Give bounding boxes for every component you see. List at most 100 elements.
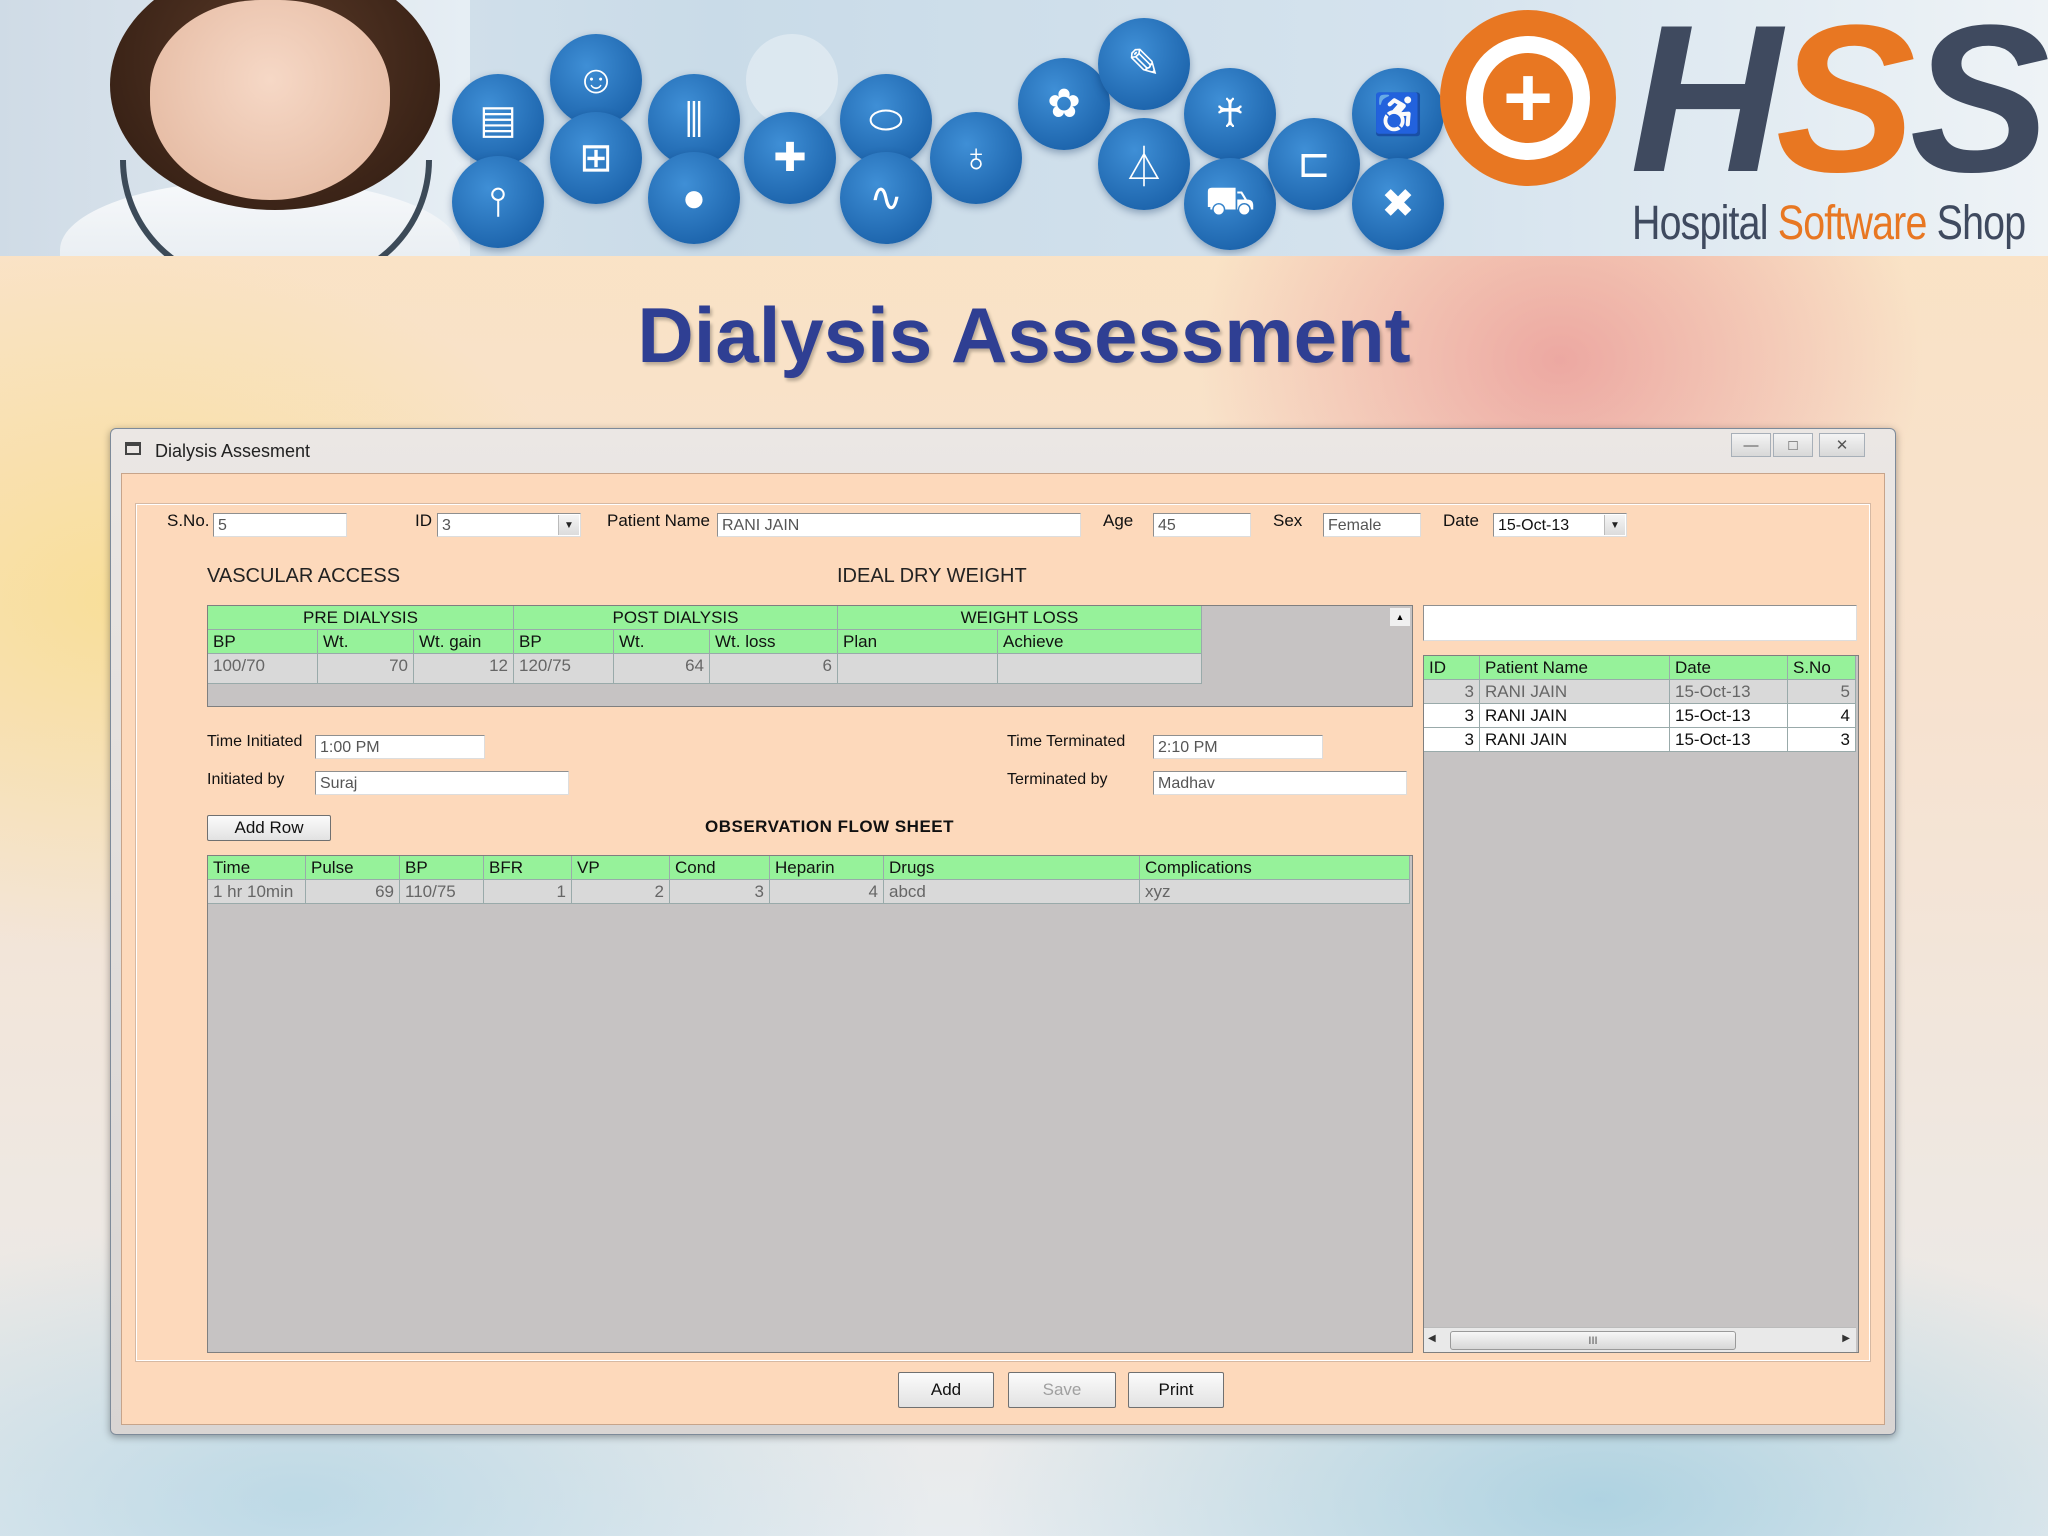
cell-complications[interactable]: xyz: [1140, 880, 1410, 904]
col-id[interactable]: ID: [1424, 656, 1480, 680]
hss-logo-icon: +: [1440, 10, 1616, 186]
cell-post-bp[interactable]: 120/75: [514, 654, 614, 684]
row-sno[interactable]: 5: [1788, 680, 1856, 704]
add-row-button[interactable]: Add Row: [207, 815, 331, 841]
close-button[interactable]: ✕: [1819, 433, 1865, 457]
add-button[interactable]: Add: [898, 1372, 994, 1408]
cell-vp[interactable]: 2: [572, 880, 670, 904]
col-pre-wt[interactable]: Wt.: [318, 630, 414, 654]
row-patient-name[interactable]: RANI JAIN: [1480, 704, 1670, 728]
horizontal-scrollbar[interactable]: ◀ III ▶: [1424, 1327, 1856, 1352]
col-post-wt[interactable]: Wt.: [614, 630, 710, 654]
id-value: 3: [442, 517, 451, 534]
maximize-button[interactable]: □: [1773, 433, 1813, 457]
ribbon-icon: ♰: [1184, 68, 1276, 160]
col-achieve[interactable]: Achieve: [998, 630, 1202, 654]
scrollbar-thumb[interactable]: III: [1450, 1331, 1736, 1350]
cell-bfr[interactable]: 1: [484, 880, 572, 904]
cell-plan[interactable]: [838, 654, 998, 684]
cell-cond[interactable]: 3: [670, 880, 770, 904]
time-initiated-field[interactable]: 1:00 PM: [315, 735, 485, 759]
ideal-dry-weight-label: IDEAL DRY WEIGHT: [837, 565, 1027, 587]
row-id[interactable]: 3: [1424, 728, 1480, 752]
row-id[interactable]: 3: [1424, 680, 1480, 704]
thermometer-icon: ⫯: [452, 156, 544, 248]
table-row[interactable]: 100/70 70 12 120/75 64 6: [208, 654, 1202, 684]
col-wt-gain[interactable]: Wt. gain: [414, 630, 514, 654]
col-plan[interactable]: Plan: [838, 630, 998, 654]
row-id[interactable]: 3: [1424, 704, 1480, 728]
col-heparin[interactable]: Heparin: [770, 856, 884, 880]
col-bp[interactable]: BP: [400, 856, 484, 880]
window-title: Dialysis Assesment: [155, 441, 311, 461]
cell-wt-gain[interactable]: 12: [414, 654, 514, 684]
col-time[interactable]: Time: [208, 856, 306, 880]
row-sno[interactable]: 3: [1788, 728, 1856, 752]
col-pre-bp[interactable]: BP: [208, 630, 318, 654]
terminated-by-field[interactable]: Madhav: [1153, 771, 1407, 795]
date-picker[interactable]: 15-Oct-13 ▼: [1493, 513, 1627, 537]
col-cond[interactable]: Cond: [670, 856, 770, 880]
row-date[interactable]: 15-Oct-13: [1670, 704, 1788, 728]
list-item[interactable]: 3 RANI JAIN 15-Oct-13 3: [1424, 728, 1856, 752]
time-terminated-field[interactable]: 2:10 PM: [1153, 735, 1323, 759]
list-item[interactable]: 3 RANI JAIN 15-Oct-13 5: [1424, 680, 1856, 704]
dialysis-grid-header: BP Wt. Wt. gain BP Wt. Wt. loss Plan Ach…: [208, 630, 1202, 654]
initiated-by-field[interactable]: Suraj: [315, 771, 569, 795]
stethoscope-icon: ∿: [840, 152, 932, 244]
row-patient-name[interactable]: RANI JAIN: [1480, 680, 1670, 704]
cell-bp[interactable]: 110/75: [400, 880, 484, 904]
col-pulse[interactable]: Pulse: [306, 856, 400, 880]
patient-search-input[interactable]: [1423, 605, 1857, 641]
patient-name-field[interactable]: RANI JAIN: [717, 513, 1081, 537]
col-post-bp[interactable]: BP: [514, 630, 614, 654]
save-button[interactable]: Save: [1008, 1372, 1116, 1408]
cell-pulse[interactable]: 69: [306, 880, 400, 904]
cell-time[interactable]: 1 hr 10min: [208, 880, 306, 904]
cell-heparin[interactable]: 4: [770, 880, 884, 904]
col-complications[interactable]: Complications: [1140, 856, 1410, 880]
observation-grid[interactable]: Time Pulse BP BFR VP Cond Heparin Drugs …: [207, 855, 1413, 1353]
time-terminated-label: Time Terminated: [1007, 733, 1126, 750]
date-label: Date: [1443, 511, 1479, 530]
row-patient-name[interactable]: RANI JAIN: [1480, 728, 1670, 752]
dialysis-grid[interactable]: PRE DIALYSIS POST DIALYSIS WEIGHT LOSS B…: [207, 605, 1413, 707]
col-vp[interactable]: VP: [572, 856, 670, 880]
row-sno[interactable]: 4: [1788, 704, 1856, 728]
cell-post-wt[interactable]: 64: [614, 654, 710, 684]
group-weight-loss: WEIGHT LOSS: [838, 606, 1202, 630]
col-sno[interactable]: S.No: [1788, 656, 1856, 680]
chevron-down-icon[interactable]: ▼: [1604, 515, 1625, 535]
wheelchair-icon: ♿: [1352, 68, 1444, 160]
minimize-button[interactable]: —: [1731, 433, 1771, 457]
table-row[interactable]: 1 hr 10min 69 110/75 1 2 3 4 abcd xyz: [208, 880, 1410, 904]
list-item[interactable]: 3 RANI JAIN 15-Oct-13 4: [1424, 704, 1856, 728]
print-button[interactable]: Print: [1128, 1372, 1224, 1408]
col-drugs[interactable]: Drugs: [884, 856, 1140, 880]
chevron-down-icon[interactable]: ▼: [558, 515, 579, 535]
sex-field[interactable]: Female: [1323, 513, 1421, 537]
col-date[interactable]: Date: [1670, 656, 1788, 680]
clipboard-icon: ▤: [452, 74, 544, 166]
group-pre-dialysis: PRE DIALYSIS: [208, 606, 514, 630]
window-titlebar[interactable]: Dialysis Assesment — □ ✕: [111, 429, 1895, 473]
cell-pre-bp[interactable]: 100/70: [208, 654, 318, 684]
cell-wt-loss[interactable]: 6: [710, 654, 838, 684]
col-bfr[interactable]: BFR: [484, 856, 572, 880]
col-wt-loss[interactable]: Wt. loss: [710, 630, 838, 654]
row-date[interactable]: 15-Oct-13: [1670, 680, 1788, 704]
row-date[interactable]: 15-Oct-13: [1670, 728, 1788, 752]
initiated-by-label: Initiated by: [207, 771, 285, 788]
sno-field[interactable]: 5: [213, 513, 347, 537]
id-dropdown[interactable]: 3 ▼: [437, 513, 581, 537]
cell-pre-wt[interactable]: 70: [318, 654, 414, 684]
patient-list-grid[interactable]: ID Patient Name Date S.No 3 RANI JAIN 15…: [1423, 655, 1859, 1353]
cell-drugs[interactable]: abcd: [884, 880, 1140, 904]
col-patient-name[interactable]: Patient Name: [1480, 656, 1670, 680]
cell-achieve[interactable]: [998, 654, 1202, 684]
scroll-left-arrow-icon[interactable]: ◀: [1428, 1333, 1436, 1344]
age-field[interactable]: 45: [1153, 513, 1251, 537]
scroll-right-arrow-icon[interactable]: ▶: [1842, 1333, 1850, 1344]
scroll-up-arrow-icon[interactable]: ▲: [1390, 608, 1410, 626]
app-window: Dialysis Assesment — □ ✕ S.No. 5 ID 3 ▼ …: [110, 428, 1896, 1435]
